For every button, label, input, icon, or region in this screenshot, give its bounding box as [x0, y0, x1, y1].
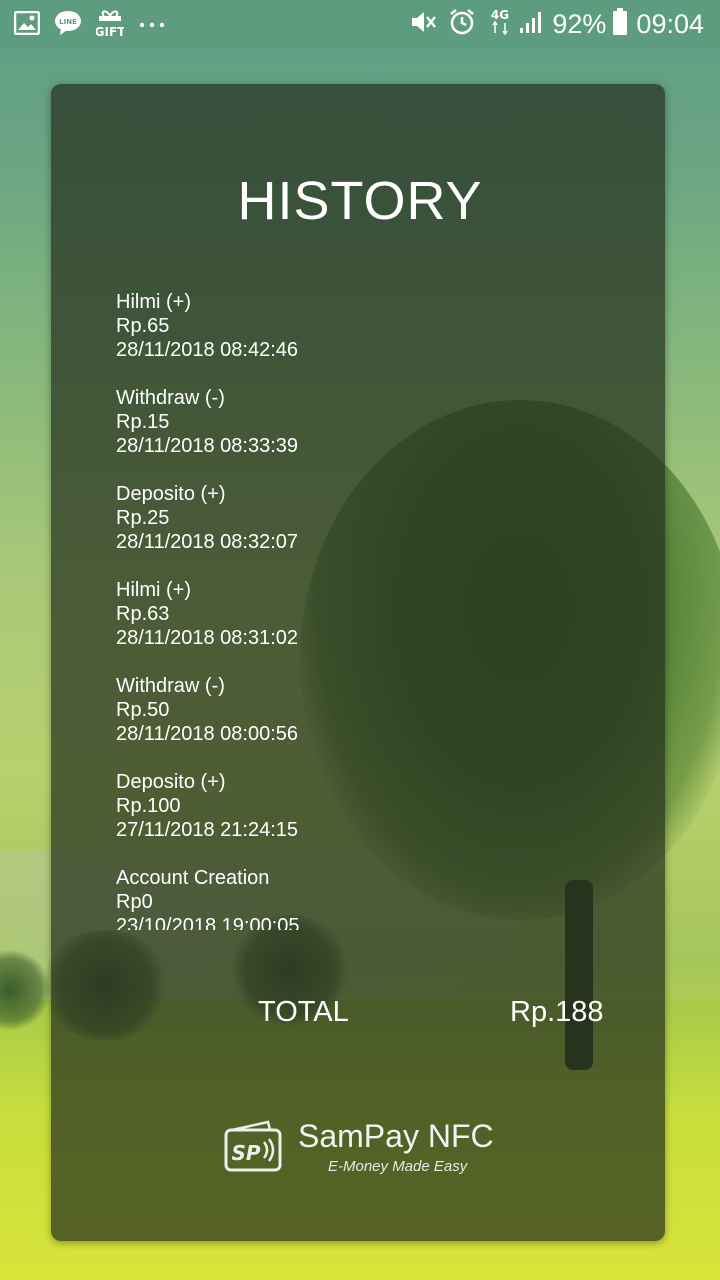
clock: 09:04 [636, 8, 704, 39]
history-item: Deposito (+) Rp.25 28/11/2018 08:32:07 [116, 482, 596, 554]
history-item: Deposito (+) Rp.100 27/11/2018 21:24:15 [116, 770, 596, 842]
history-item-datetime: 28/11/2018 08:42:46 [116, 339, 299, 361]
history-item-amount: Rp.50 [116, 699, 170, 721]
status-bar: LINE GIFT 4G 92% 09:04 [0, 0, 720, 48]
svg-text:4G: 4G [491, 8, 509, 22]
alarm-icon [448, 8, 476, 41]
history-item-amount: Rp.15 [116, 411, 170, 433]
history-item-name: Deposito (+) [116, 771, 226, 793]
history-item-amount: Rp.25 [116, 507, 170, 529]
gallery-icon [13, 10, 41, 40]
gift-icon: GIFT [95, 8, 126, 43]
more-icon [138, 17, 166, 35]
brand-tagline: E-Money Made Easy [328, 1158, 468, 1175]
history-item-amount: Rp.100 [116, 795, 181, 817]
history-list[interactable]: Hilmi (+) Rp.65 28/11/2018 08:42:46 Withdra… [116, 290, 596, 930]
history-item-amount: Rp.65 [116, 315, 170, 337]
brand-name: SamPay NFC [298, 1118, 494, 1154]
history-item-name: Account Creation [116, 867, 270, 889]
battery-icon [612, 7, 628, 41]
history-item: Withdraw (-) Rp.15 28/11/2018 08:33:39 [116, 386, 596, 458]
mute-icon [410, 9, 438, 40]
svg-text:SP: SP [231, 1141, 260, 1165]
signal-icon [518, 9, 544, 40]
history-item-name: Withdraw (-) [116, 387, 225, 409]
history-item: Hilmi (+) Rp.63 28/11/2018 08:31:02 [116, 578, 596, 650]
history-item: Hilmi (+) Rp.65 28/11/2018 08:42:46 [116, 290, 596, 362]
history-item-name: Withdraw (-) [116, 675, 225, 697]
network-icon: 4G [488, 7, 512, 42]
history-item-name: Hilmi (+) [116, 579, 191, 601]
history-item: Account Creation Rp0 23/10/2018 19:00:05 [116, 866, 596, 930]
history-item-datetime: 23/10/2018 19:00:05 [116, 915, 300, 930]
wallet-logo-icon: SP [224, 1120, 286, 1177]
history-item-datetime: 28/11/2018 08:33:39 [116, 435, 299, 457]
total-label: TOTAL [258, 996, 349, 1028]
history-item: Withdraw (-) Rp.50 28/11/2018 08:00:56 [116, 674, 596, 746]
line-icon: LINE [54, 10, 82, 41]
history-item-datetime: 28/11/2018 08:31:02 [116, 627, 299, 649]
history-item-datetime: 28/11/2018 08:00:56 [116, 723, 299, 745]
history-item-datetime: 27/11/2018 21:24:15 [116, 819, 299, 841]
history-item-amount: Rp0 [116, 891, 153, 913]
svg-text:LINE: LINE [59, 18, 77, 26]
total-value: Rp.188 [510, 996, 604, 1028]
svg-text:GIFT: GIFT [96, 25, 124, 38]
history-item-name: Hilmi (+) [116, 291, 191, 313]
history-item-datetime: 28/11/2018 08:32:07 [116, 531, 299, 553]
history-item-name: Deposito (+) [116, 483, 226, 505]
sampay-logo: SP SamPay NFC E-Money Made Easy [224, 1118, 504, 1178]
history-item-amount: Rp.63 [116, 603, 170, 625]
battery-percent: 92% [552, 8, 607, 39]
page-title: HISTORY [237, 171, 483, 231]
